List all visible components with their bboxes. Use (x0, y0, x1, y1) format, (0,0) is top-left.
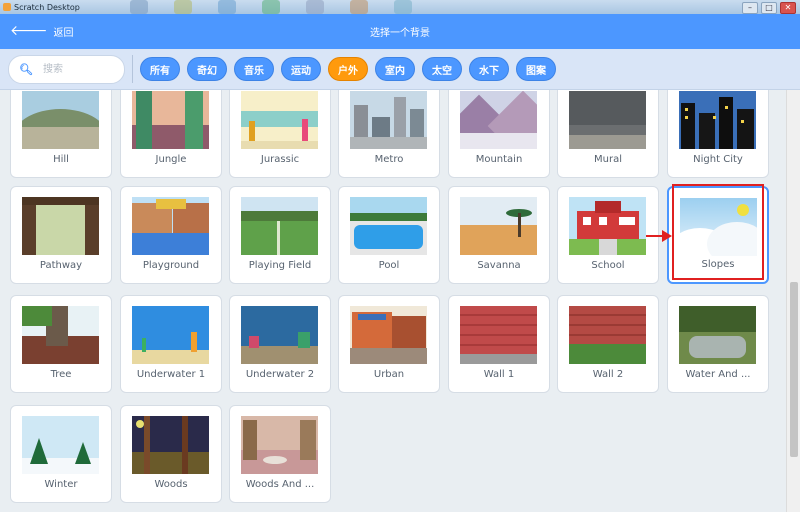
backdrop-thumbnail (22, 306, 99, 364)
taskbar-strip (130, 0, 412, 14)
backdrop-card-water-and[interactable]: Water And ... (667, 295, 769, 393)
backdrop-name: Savanna (477, 260, 521, 271)
backdrop-card-underwater-1[interactable]: Underwater 1 (120, 295, 222, 393)
backdrop-name: Pathway (39, 260, 83, 271)
backdrop-thumbnail (241, 197, 318, 255)
tag-3[interactable]: 运动 (281, 57, 321, 81)
maximize-button[interactable]: □ (761, 2, 777, 14)
backdrop-grid: Hill Jungle Jurassic Metro Mountain Mural Nigh… (0, 90, 786, 512)
backdrop-thumbnail (132, 306, 209, 364)
backdrop-thumbnail (132, 416, 209, 474)
backdrop-name: Playing Field (248, 260, 312, 271)
search-box[interactable]: 🔍︎ (8, 55, 125, 84)
library-header: 🡐 返回 选择一个背景 (0, 14, 800, 49)
minimize-button[interactable]: – (742, 2, 758, 14)
backdrop-card-tree[interactable]: Tree (10, 295, 112, 393)
tag-1[interactable]: 奇幻 (187, 57, 227, 81)
backdrop-thumbnail (679, 91, 756, 149)
backdrop-card-night-city[interactable]: Night City (667, 90, 769, 178)
category-tags: 所有 奇幻 音乐 运动 户外 室内 太空 水下 图案 (140, 57, 556, 81)
backdrop-thumbnail (679, 306, 756, 364)
backdrop-name: Woods (154, 479, 188, 490)
backdrop-name: Hill (53, 154, 69, 165)
backdrop-card-jungle[interactable]: Jungle (120, 90, 222, 178)
backdrop-card-metro[interactable]: Metro (338, 90, 440, 178)
backdrop-name: Underwater 1 (136, 369, 206, 380)
backdrop-name: Water And ... (685, 369, 751, 380)
backdrop-thumbnail (569, 91, 646, 149)
backdrop-card-hill[interactable]: Hill (10, 90, 112, 178)
backdrop-card-pathway[interactable]: Pathway (10, 186, 112, 284)
backdrop-thumbnail (22, 416, 99, 474)
window-title: Scratch Desktop (14, 2, 80, 12)
backdrop-card-woods-and[interactable]: Woods And ... (229, 405, 331, 503)
backdrop-thumbnail (22, 197, 99, 255)
backdrop-thumbnail (132, 197, 209, 255)
tag-6[interactable]: 太空 (422, 57, 462, 81)
tag-0[interactable]: 所有 (140, 57, 180, 81)
page-title: 选择一个背景 (370, 28, 430, 39)
backdrop-card-jurassic[interactable]: Jurassic (229, 90, 331, 178)
tag-7[interactable]: 水下 (469, 57, 509, 81)
backdrop-card-winter[interactable]: Winter (10, 405, 112, 503)
window-titlebar: Scratch Desktop – □ ✕ (0, 0, 800, 14)
backdrop-thumbnail (241, 416, 318, 474)
backdrop-name: Pool (378, 260, 400, 271)
backdrop-name: Metro (374, 154, 404, 165)
scrollbar-thumb[interactable] (790, 282, 798, 457)
window-controls: – □ ✕ (742, 2, 796, 14)
backdrop-thumbnail (460, 197, 537, 255)
backdrop-card-mountain[interactable]: Mountain (448, 90, 550, 178)
backdrop-name: Urban (373, 369, 405, 380)
tag-5[interactable]: 室内 (375, 57, 415, 81)
backdrop-card-mural[interactable]: Mural (557, 90, 659, 178)
backdrop-thumbnail (350, 197, 427, 255)
backdrop-name: Woods And ... (245, 479, 315, 490)
backdrop-name: Night City (693, 154, 743, 165)
backdrop-name: Winter (44, 479, 78, 490)
backdrop-thumbnail (350, 91, 427, 149)
backdrop-name: Jurassic (260, 154, 300, 165)
backdrop-card-underwater-2[interactable]: Underwater 2 (229, 295, 331, 393)
search-input[interactable] (40, 63, 125, 76)
backdrop-thumbnail (569, 306, 646, 364)
backdrop-thumbnail (241, 306, 318, 364)
annotation-highlight-box (672, 184, 764, 280)
backdrop-card-wall-2[interactable]: Wall 2 (557, 295, 659, 393)
filter-divider (132, 55, 133, 83)
backdrop-card-urban[interactable]: Urban (338, 295, 440, 393)
search-icon: 🔍︎ (19, 63, 33, 76)
backdrop-name: Mural (594, 154, 622, 165)
backdrop-thumbnail (22, 91, 99, 149)
backdrop-name: Mountain (475, 154, 523, 165)
backdrop-name: Wall 1 (483, 369, 515, 380)
backdrop-card-playground[interactable]: Playground (120, 186, 222, 284)
tag-8[interactable]: 图案 (516, 57, 556, 81)
backdrop-name: Tree (50, 369, 72, 380)
backdrop-name: Jungle (155, 154, 187, 165)
backdrop-card-pool[interactable]: Pool (338, 186, 440, 284)
scratch-app-icon (3, 3, 11, 11)
backdrop-thumbnail (350, 306, 427, 364)
backdrop-name: Underwater 2 (245, 369, 315, 380)
close-window-button[interactable]: ✕ (780, 2, 796, 14)
backdrop-thumbnail (460, 306, 537, 364)
backdrop-card-playing-field[interactable]: Playing Field (229, 186, 331, 284)
backdrop-card-woods[interactable]: Woods (120, 405, 222, 503)
backdrop-thumbnail (132, 91, 209, 149)
backdrop-card-savanna[interactable]: Savanna (448, 186, 550, 284)
tag-4[interactable]: 户外 (328, 57, 368, 81)
annotation-arrow-icon (646, 230, 672, 242)
tag-2[interactable]: 音乐 (234, 57, 274, 81)
backdrop-thumbnail (460, 91, 537, 149)
backdrop-name: Playground (142, 260, 200, 271)
backdrop-thumbnail (241, 91, 318, 149)
backdrop-name: School (591, 260, 625, 271)
backdrop-thumbnail (569, 197, 646, 255)
filter-bar: 🔍︎ 所有奇幻音乐运动户外室内太空水下图案 (0, 49, 800, 90)
backdrop-name: Wall 2 (592, 369, 624, 380)
backdrop-card-wall-1[interactable]: Wall 1 (448, 295, 550, 393)
scrollbar[interactable] (786, 90, 800, 512)
